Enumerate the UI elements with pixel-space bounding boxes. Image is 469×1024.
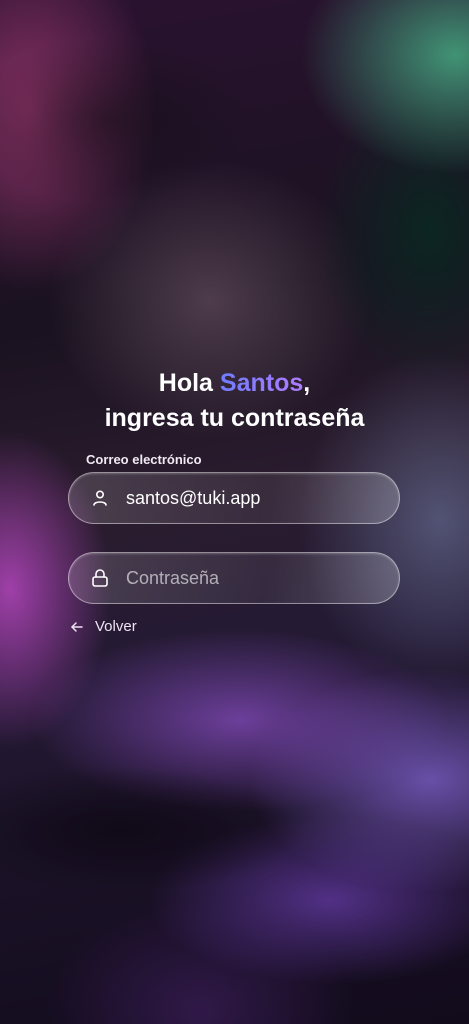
- greeting-text: Hola: [158, 369, 213, 397]
- back-label[interactable]: Volver: [95, 618, 137, 635]
- password-field[interactable]: [68, 552, 400, 604]
- email-field[interactable]: santos@tuki.app: [68, 472, 400, 524]
- title-line-2: ingresa tu contraseña: [104, 404, 365, 432]
- back-link[interactable]: Volver: [70, 618, 137, 635]
- user-icon: [91, 489, 109, 507]
- user-name: Santos: [219, 369, 304, 397]
- arrow-left-icon: [70, 620, 84, 634]
- email-label: Correo electrónico: [86, 452, 202, 467]
- greeting-comma: ,: [303, 369, 311, 397]
- login-screen: Hola Santos, ingresa tu contraseña Corre…: [0, 0, 469, 1024]
- password-input[interactable]: [126, 567, 366, 589]
- lock-icon: [91, 569, 109, 587]
- title-line-1: Hola Santos,: [0, 366, 469, 401]
- page-title: Hola Santos, ingresa tu contraseña: [0, 366, 469, 436]
- email-value[interactable]: santos@tuki.app: [126, 488, 260, 509]
